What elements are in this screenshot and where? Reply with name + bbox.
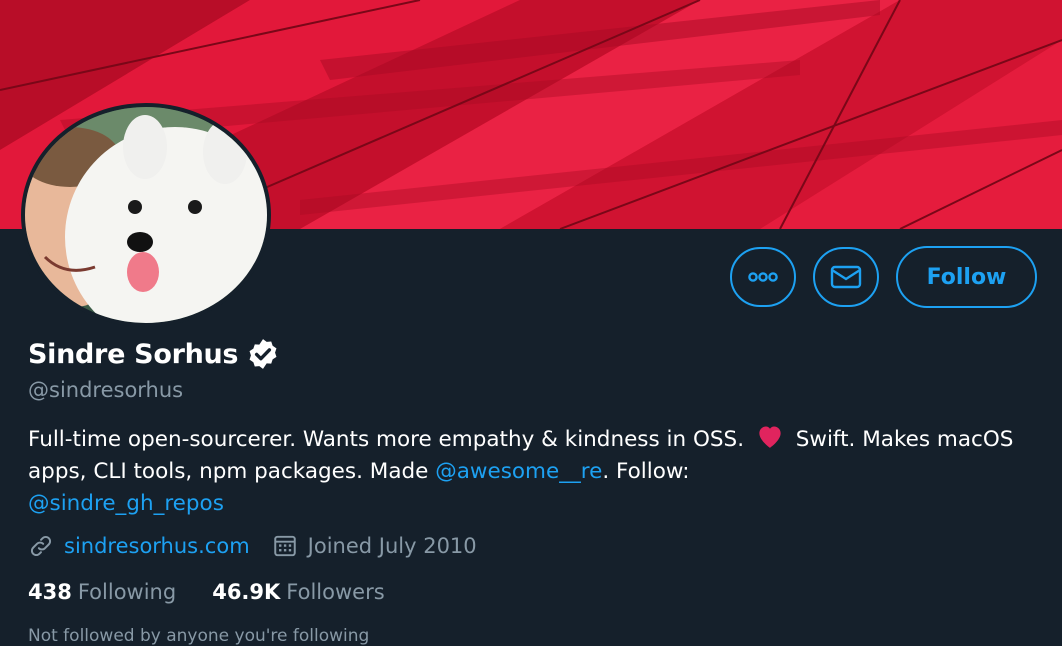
followers-label: Followers bbox=[286, 580, 385, 604]
followers-count: 46.9K bbox=[212, 580, 281, 604]
heart-icon bbox=[759, 426, 781, 448]
website-item: sindresorhus.com bbox=[28, 533, 250, 559]
follow-button[interactable]: Follow bbox=[896, 246, 1037, 308]
bio-text-1: Full-time open-sourcerer. Wants more emp… bbox=[28, 427, 745, 452]
profile-stats: 438 Following 46.9K Followers bbox=[28, 580, 421, 604]
joined-item: Joined July 2010 bbox=[272, 533, 477, 559]
followers-stat[interactable]: 46.9K Followers bbox=[212, 580, 384, 604]
joined-date: Joined July 2010 bbox=[307, 534, 477, 558]
website-link[interactable]: sindresorhus.com bbox=[64, 534, 250, 558]
mention-sindre-gh-repos[interactable]: @sindre_gh_repos bbox=[28, 491, 224, 516]
profile-meta: sindresorhus.com Joined July 2010 bbox=[28, 533, 499, 559]
avatar[interactable] bbox=[21, 103, 271, 327]
message-button[interactable] bbox=[813, 247, 879, 307]
verified-badge-icon bbox=[249, 339, 277, 369]
profile-bio: Full-time open-sourcerer. Wants more emp… bbox=[28, 423, 1038, 520]
profile-actions: Follow bbox=[730, 246, 1037, 308]
following-stat[interactable]: 438 Following bbox=[28, 580, 176, 604]
calendar-icon bbox=[273, 535, 296, 557]
mail-icon bbox=[830, 265, 862, 289]
profile-name-row: Sindre Sorhus bbox=[28, 337, 280, 371]
link-icon bbox=[30, 535, 52, 557]
following-count: 438 bbox=[28, 580, 72, 604]
following-label: Following bbox=[77, 580, 177, 604]
followers-you-know-text: Not followed by anyone you're following bbox=[28, 626, 370, 646]
more-button[interactable] bbox=[730, 247, 796, 307]
mention-awesome-re[interactable]: @awesome__re bbox=[435, 459, 602, 484]
profile-name: Sindre Sorhus bbox=[28, 338, 239, 370]
bio-text-3: . Follow: bbox=[602, 459, 690, 484]
profile-handle: @sindresorhus bbox=[28, 378, 184, 402]
more-icon bbox=[748, 272, 778, 282]
